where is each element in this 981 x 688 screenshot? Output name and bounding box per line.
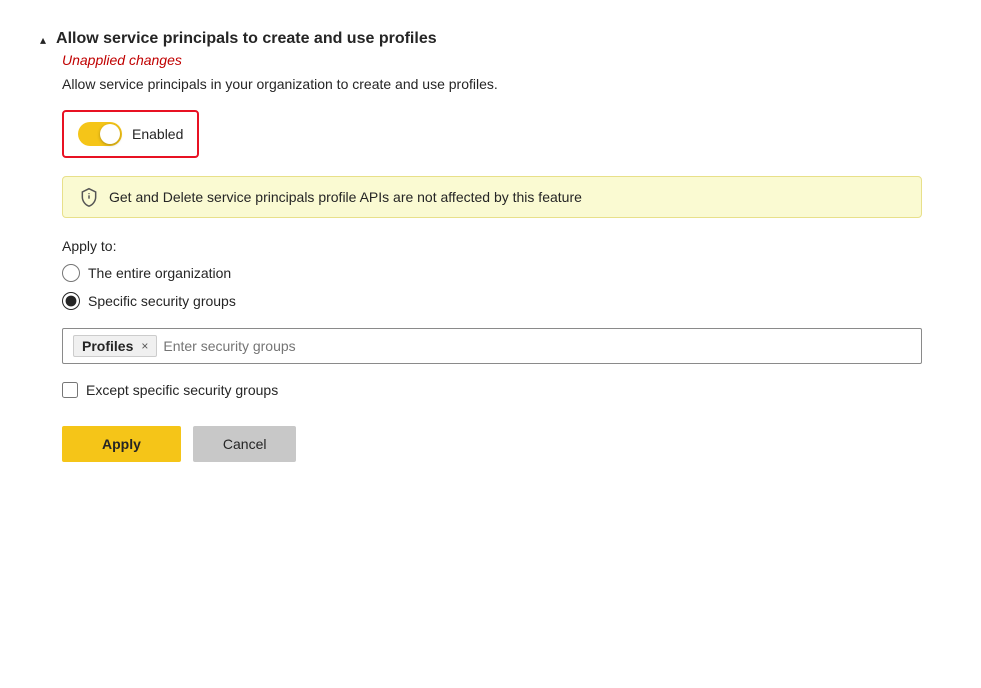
tag-close-button[interactable]: × [141,339,148,353]
unapplied-changes-label: Unapplied changes [62,52,941,68]
toggle-switch[interactable] [78,122,122,146]
info-banner-text: Get and Delete service principals profil… [109,189,582,205]
toggle-label: Enabled [132,126,183,142]
toggle-container[interactable]: Enabled [62,110,199,158]
apply-button[interactable]: Apply [62,426,181,462]
profiles-tag: Profiles × [73,335,157,357]
security-groups-input[interactable] [163,338,911,354]
radio-group: The entire organization Specific securit… [62,264,941,310]
radio-specific-groups[interactable]: Specific security groups [62,292,941,310]
toggle-track [78,122,122,146]
section-wrapper: ▴ Allow service principals to create and… [40,30,941,462]
section-title: Allow service principals to create and u… [56,30,437,48]
except-groups-checkbox-container[interactable]: Except specific security groups [62,382,941,398]
cancel-button[interactable]: Cancel [193,426,297,462]
radio-entire-org[interactable]: The entire organization [62,264,941,282]
radio-entire-org-label: The entire organization [88,265,231,281]
toggle-thumb [100,124,120,144]
radio-entire-org-input[interactable] [62,264,80,282]
security-groups-field[interactable]: Profiles × [62,328,922,364]
tag-text: Profiles [82,338,133,354]
radio-specific-groups-input[interactable] [62,292,80,310]
section-header: ▴ Allow service principals to create and… [40,30,941,48]
section-description: Allow service principals in your organiz… [62,76,941,92]
except-groups-label: Except specific security groups [86,382,278,398]
button-row: Apply Cancel [62,426,941,462]
radio-specific-groups-label: Specific security groups [88,293,236,309]
apply-to-label: Apply to: [62,238,941,254]
info-banner: Get and Delete service principals profil… [62,176,922,218]
triangle-icon: ▴ [40,33,46,47]
except-groups-checkbox[interactable] [62,382,78,398]
info-shield-icon [79,187,99,207]
